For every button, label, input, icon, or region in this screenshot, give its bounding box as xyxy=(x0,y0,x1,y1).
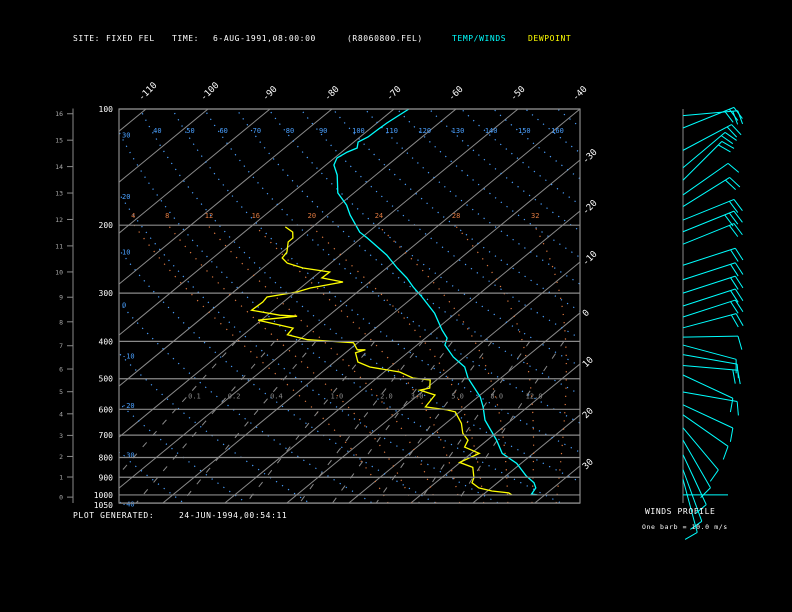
mixing-ratio-label: 12.0 xyxy=(526,393,543,401)
dry-adiabat-label: 70 xyxy=(253,127,261,135)
pressure-label: 600 xyxy=(99,405,114,414)
pressure-label: 1050 xyxy=(94,501,113,510)
height-label: 0 xyxy=(59,494,63,502)
pressure-label: 800 xyxy=(99,454,114,463)
mixing-ratio-label: 1.0 xyxy=(331,393,344,401)
mixing-ratio-label: 2.0 xyxy=(380,393,393,401)
winds-barb-note: One barb = 10.0 m/s xyxy=(642,523,728,531)
height-label: 4 xyxy=(59,410,63,418)
moist-adiabat-label: 28 xyxy=(452,212,460,220)
pressure-label: 100 xyxy=(99,105,114,114)
dry-adiabat-label: 20 xyxy=(122,193,130,201)
height-label: 6 xyxy=(59,366,63,374)
height-label: 1 xyxy=(59,474,63,482)
dry-adiabat-label: -40 xyxy=(122,500,135,508)
height-label: 2 xyxy=(59,453,63,461)
skew-t-diagram: SITE: FIXED FEL TIME: 6-AUG-1991,08:00:0… xyxy=(0,0,792,612)
dry-adiabat-label: 160 xyxy=(551,127,564,135)
pressure-label: 700 xyxy=(99,431,114,440)
pressure-label: 500 xyxy=(99,375,114,384)
mixing-ratio-label: 0.1 xyxy=(188,393,201,401)
mixing-ratio-label: 8.0 xyxy=(490,393,503,401)
dry-adiabat-label: -30 xyxy=(122,451,135,459)
moist-adiabat-label: 20 xyxy=(308,212,316,220)
height-label: 12 xyxy=(55,216,63,224)
dry-adiabat-label: 90 xyxy=(319,127,327,135)
height-label: 15 xyxy=(55,137,63,145)
dry-adiabat-label: 30 xyxy=(122,131,130,139)
site-label: SITE: xyxy=(73,34,100,43)
plot-generated-label: PLOT GENERATED: xyxy=(73,511,154,520)
dry-adiabat-label: 120 xyxy=(418,127,431,135)
file-name: (R8060800.FEL) xyxy=(347,34,423,43)
pressure-label: 400 xyxy=(99,337,114,346)
dry-adiabat-label: -10 xyxy=(122,352,135,360)
moist-adiabat-label: 32 xyxy=(531,212,539,220)
dry-adiabat-label: 50 xyxy=(186,127,194,135)
pressure-label: 900 xyxy=(99,473,114,482)
legend-temp-winds: TEMP/WINDS xyxy=(452,34,506,43)
moist-adiabat-label: 12 xyxy=(205,212,213,220)
mixing-ratio-label: 3.0 xyxy=(411,393,424,401)
dry-adiabat-label: 40 xyxy=(153,127,161,135)
plot-generated-value: 24-JUN-1994,00:54:11 xyxy=(179,511,287,520)
dry-adiabat-label: 110 xyxy=(385,127,398,135)
height-label: 7 xyxy=(59,342,63,350)
dry-adiabat-label: 140 xyxy=(485,127,498,135)
height-label: 9 xyxy=(59,294,63,302)
dry-adiabat-label: 150 xyxy=(518,127,531,135)
dry-adiabat-label: 10 xyxy=(122,248,130,256)
dry-adiabat-label: 130 xyxy=(452,127,465,135)
time-label: TIME: xyxy=(172,34,199,43)
dry-adiabat-label: 60 xyxy=(219,127,227,135)
height-label: 13 xyxy=(55,190,63,198)
height-label: 3 xyxy=(59,432,63,440)
dry-adiabat-label: 80 xyxy=(286,127,294,135)
pressure-label: 1000 xyxy=(94,491,113,500)
moist-adiabat-label: 24 xyxy=(375,212,383,220)
legend-dewpoint: DEWPOINT xyxy=(528,34,571,43)
pressure-label: 300 xyxy=(99,289,114,298)
winds-profile-title: WINDS PROFILE xyxy=(645,507,715,516)
pressure-label: 200 xyxy=(99,221,114,230)
time-value: 6-AUG-1991,08:00:00 xyxy=(213,34,316,43)
moist-adiabat-label: 8 xyxy=(165,212,169,220)
mixing-ratio-label: 5.0 xyxy=(451,393,464,401)
height-label: 8 xyxy=(59,318,63,326)
mixing-ratio-label: 0.4 xyxy=(270,393,283,401)
height-label: 10 xyxy=(55,268,63,276)
height-label: 14 xyxy=(55,163,63,171)
mixing-ratio-label: 0.2 xyxy=(228,393,241,401)
dry-adiabat-label: 100 xyxy=(352,127,365,135)
site-value: FIXED FEL xyxy=(106,34,155,43)
moist-adiabat-label: 16 xyxy=(252,212,260,220)
dry-adiabat-label: 0 xyxy=(122,301,126,309)
height-label: 11 xyxy=(55,242,63,250)
height-label: 16 xyxy=(55,110,63,118)
moist-adiabat-label: 4 xyxy=(131,212,135,220)
height-label: 5 xyxy=(59,388,63,396)
